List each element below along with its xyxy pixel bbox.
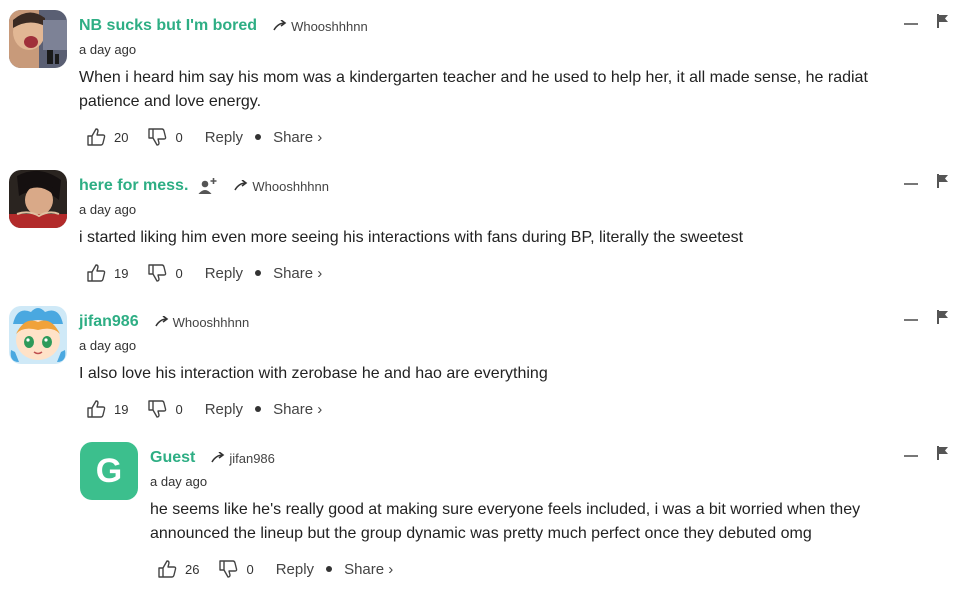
reply-to-username: Whooshhhnn [172, 314, 250, 330]
add-user-icon[interactable] [198, 177, 218, 195]
downvote-button[interactable]: 0 [148, 400, 183, 418]
user-avatar[interactable] [9, 170, 67, 228]
reply-button[interactable]: Reply [205, 265, 243, 282]
comment-text-line: i started liking him even more seeing hi… [79, 229, 744, 246]
reply-to[interactable]: Whooshhhnn [154, 314, 250, 330]
minimize-icon[interactable] [904, 319, 918, 321]
flag-icon[interactable] [937, 310, 949, 324]
timestamp: a day ago [79, 338, 137, 353]
reply-to-username: Whooshhhnn [291, 18, 368, 34]
downvote-count: 0 [246, 561, 254, 577]
upvote-count: 26 [185, 561, 200, 577]
upvote-count: 19 [114, 401, 129, 417]
comment-text: When i heard him say his mom was a kinde… [79, 66, 939, 114]
username[interactable]: NB sucks but I'm bored [79, 17, 257, 35]
share-button[interactable]: Share › [273, 265, 322, 282]
thumbs-up-icon [87, 264, 106, 282]
downvote-count: 0 [175, 265, 183, 281]
username[interactable]: Guest [150, 449, 195, 467]
reply-arrow-icon [234, 180, 248, 191]
thumbs-down-icon [219, 560, 238, 578]
user-avatar[interactable] [9, 306, 67, 364]
comment-text-line: I also love his interaction with zerobas… [79, 365, 548, 382]
share-button[interactable]: Share › [273, 401, 322, 418]
separator-dot [255, 270, 262, 276]
thumbs-up-icon [87, 400, 106, 418]
comment-item: here for mess. Whooshhhnn a day ago i st… [0, 160, 960, 296]
user-avatar[interactable] [9, 10, 67, 68]
comment-text-line: announced the lineup but the group dynam… [150, 525, 812, 542]
downvote-count: 0 [175, 129, 183, 145]
reply-to[interactable]: jifan986 [211, 451, 275, 466]
downvote-count: 0 [175, 401, 183, 417]
flag-icon[interactable] [937, 174, 949, 188]
upvote-count: 19 [114, 265, 129, 281]
reply-to-username: jifan986 [229, 450, 275, 466]
reply-to-username: Whooshhhnn [252, 178, 330, 194]
upvote-count: 20 [114, 129, 129, 145]
timestamp: a day ago [79, 202, 137, 217]
flag-icon[interactable] [937, 446, 949, 460]
share-button[interactable]: Share › [273, 129, 322, 146]
minimize-icon[interactable] [904, 455, 918, 457]
reply-button[interactable]: Reply [276, 561, 314, 578]
comment-item: NB sucks but I'm bored Whooshhhnn a day … [0, 0, 960, 160]
downvote-button[interactable]: 0 [148, 264, 183, 282]
reply-arrow-icon [211, 452, 225, 463]
comment-text-line: patience and love energy. [79, 93, 262, 110]
downvote-button[interactable]: 0 [148, 128, 183, 146]
upvote-button[interactable]: 20 [87, 128, 128, 146]
upvote-button[interactable]: 19 [87, 264, 128, 282]
upvote-button[interactable]: 26 [158, 560, 199, 578]
thumbs-down-icon [148, 264, 167, 282]
minimize-icon[interactable] [904, 183, 918, 185]
username[interactable]: jifan986 [79, 313, 139, 331]
thumbs-down-icon [148, 128, 167, 146]
guest-avatar[interactable]: G [80, 442, 138, 500]
minimize-icon[interactable] [904, 23, 918, 25]
flag-icon[interactable] [937, 14, 949, 28]
thumbs-down-icon [148, 400, 167, 418]
reply-button[interactable]: Reply [205, 129, 243, 146]
username[interactable]: here for mess. [79, 177, 188, 195]
share-button[interactable]: Share › [344, 561, 393, 578]
comment-text: i started liking him even more seeing hi… [79, 226, 939, 250]
reply-arrow-icon [154, 316, 168, 327]
upvote-button[interactable]: 19 [87, 400, 128, 418]
reply-item: G Guest jifan986 a day ago he seems like… [0, 432, 960, 590]
reply-button[interactable]: Reply [205, 401, 243, 418]
separator-dot [255, 134, 262, 140]
separator-dot [255, 406, 262, 412]
separator-dot [326, 566, 333, 572]
comment-text-line: he seems like he's really good at making… [150, 501, 861, 518]
timestamp: a day ago [150, 474, 208, 489]
comment-text: he seems like he's really good at making… [150, 498, 940, 546]
reply-to[interactable]: Whooshhhnn [273, 19, 368, 34]
comment-item: jifan986 Whooshhhnn a day ago I also lov… [0, 296, 960, 432]
thumbs-up-icon [158, 560, 177, 578]
reply-arrow-icon [273, 20, 287, 31]
downvote-button[interactable]: 0 [219, 560, 254, 578]
comment-text-line: When i heard him say his mom was a kinde… [79, 69, 868, 86]
avatar-letter: G [95, 451, 123, 490]
timestamp: a day ago [79, 42, 137, 57]
reply-to[interactable]: Whooshhhnn [234, 179, 329, 194]
thumbs-up-icon [87, 128, 106, 146]
comment-text: I also love his interaction with zerobas… [79, 362, 939, 386]
